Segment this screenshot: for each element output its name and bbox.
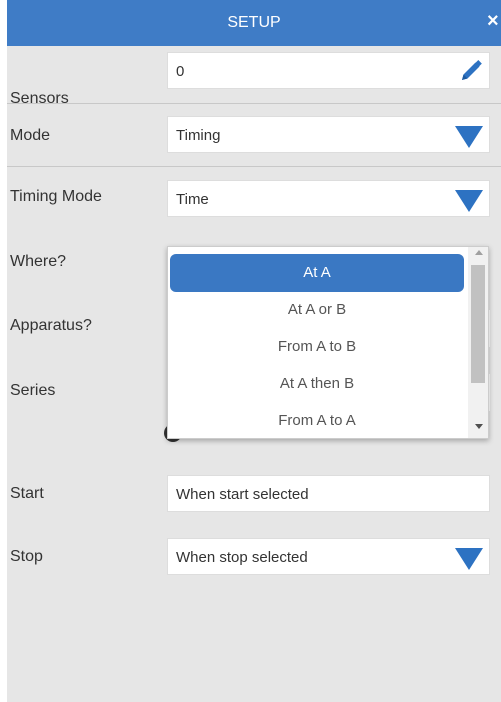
title-bar: SETUP × [7, 0, 501, 46]
start-value: When start selected [176, 486, 309, 503]
mode-select[interactable]: Timing [167, 116, 490, 153]
apparatus-label: Apparatus? [10, 317, 92, 334]
triangle-down-icon[interactable] [455, 126, 483, 148]
timing-mode-label: Timing Mode [10, 188, 102, 205]
apparatus-field-edge [489, 310, 490, 347]
sensors-value: 0 [176, 63, 185, 80]
dropdown-option[interactable]: From A to B [170, 328, 464, 366]
series-field-edge [489, 374, 490, 411]
scrollbar[interactable] [468, 247, 488, 438]
start-label: Start [10, 485, 44, 502]
stop-value: When stop selected [176, 549, 308, 566]
dropdown-option[interactable]: At A then B [170, 365, 464, 403]
triangle-down-icon[interactable] [455, 548, 483, 570]
close-icon[interactable]: × [487, 10, 501, 32]
timing-mode-value: Time [176, 191, 209, 208]
sensors-field[interactable]: 0 [167, 52, 490, 89]
triangle-down-icon[interactable] [455, 190, 483, 212]
mode-label: Mode [10, 127, 51, 144]
where-dropdown-list[interactable]: At A At A or B From A to B At A then B F… [167, 246, 489, 439]
panel-title: SETUP [227, 14, 281, 31]
pencil-icon[interactable] [459, 59, 483, 83]
series-label: Series [10, 382, 56, 399]
stop-label: Stop [10, 548, 43, 565]
divider [7, 166, 501, 167]
dropdown-option[interactable]: At A or B [170, 291, 464, 329]
stop-select[interactable]: When stop selected [167, 538, 490, 575]
mode-value: Timing [176, 127, 221, 144]
scroll-up-arrow-icon[interactable] [475, 250, 483, 255]
scrollbar-thumb[interactable] [471, 265, 485, 383]
where-label: Where? [10, 253, 67, 270]
start-field[interactable]: When start selected [167, 475, 490, 512]
divider [7, 103, 501, 104]
dropdown-option[interactable]: From A to A [170, 402, 464, 438]
scroll-down-arrow-icon[interactable] [475, 424, 483, 429]
dropdown-option-selected[interactable]: At A [170, 254, 464, 292]
timing-mode-select[interactable]: Time [167, 180, 490, 217]
sensors-label: Sensors [10, 90, 69, 107]
